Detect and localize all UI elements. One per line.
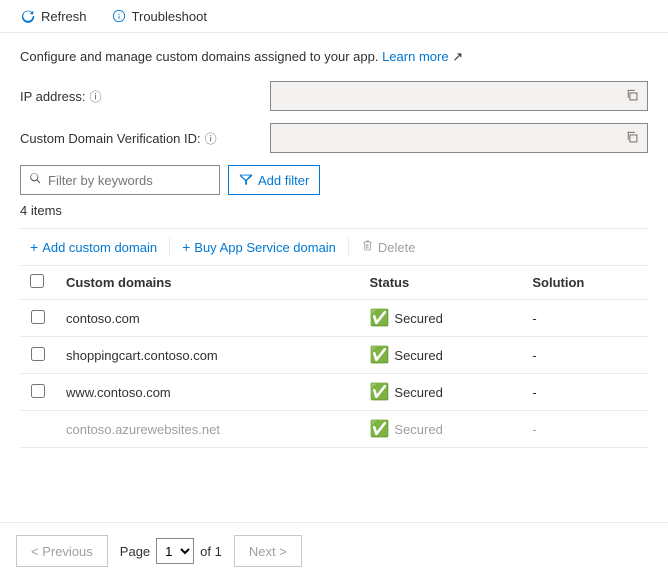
status-cell: ✅ Secured: [359, 411, 522, 448]
row-checkbox-cell: [20, 337, 56, 374]
status-text: Secured: [394, 348, 442, 363]
row-checkbox-cell: [20, 300, 56, 337]
row-checkbox[interactable]: [31, 310, 45, 324]
ip-address-info-icon: ⓘ: [90, 88, 102, 105]
ip-address-label: IP address: ⓘ: [20, 88, 270, 105]
col-header-status: Status: [359, 266, 522, 300]
page-select[interactable]: 1: [156, 538, 194, 564]
delete-button[interactable]: Delete: [351, 235, 426, 259]
table-row: www.contoso.com ✅ Secured -: [20, 374, 648, 411]
verification-id-row: Custom Domain Verification ID: ⓘ: [20, 123, 648, 153]
table-row: shoppingcart.contoso.com ✅ Secured -: [20, 337, 648, 374]
search-icon: [29, 172, 42, 188]
solution-cell: -: [522, 374, 648, 411]
domain-cell: contoso.com: [56, 300, 359, 337]
table-row: contoso.com ✅ Secured -: [20, 300, 648, 337]
ip-address-row: IP address: ⓘ: [20, 81, 648, 111]
refresh-icon: [20, 8, 36, 24]
troubleshoot-button[interactable]: Troubleshoot: [107, 6, 211, 26]
delete-icon: [361, 239, 374, 255]
status-text: Secured: [394, 311, 442, 326]
col-header-solution: Solution: [522, 266, 648, 300]
verification-id-copy-button[interactable]: [620, 125, 646, 151]
domain-cell: www.contoso.com: [56, 374, 359, 411]
info-description: Configure and manage custom domains assi…: [20, 49, 648, 65]
search-input[interactable]: [48, 173, 211, 188]
delete-label: Delete: [378, 240, 416, 255]
page-label: Page 1 of 1: [120, 538, 222, 564]
refresh-label: Refresh: [41, 9, 87, 24]
items-count: 4 items: [20, 203, 648, 218]
secured-icon: ✅: [369, 419, 389, 439]
add-filter-label: Add filter: [258, 173, 309, 188]
action-divider-1: [169, 237, 170, 257]
add-custom-domain-icon: +: [30, 239, 38, 255]
solution-cell: -: [522, 300, 648, 337]
table-header-row: Custom domains Status Solution: [20, 266, 648, 300]
verification-info-icon: ⓘ: [205, 130, 217, 147]
filter-row: Add filter: [20, 165, 648, 195]
ip-address-input[interactable]: [270, 81, 648, 111]
domain-cell: shoppingcart.contoso.com: [56, 337, 359, 374]
row-checkbox[interactable]: [31, 384, 45, 398]
domain-cell: contoso.azurewebsites.net: [56, 411, 359, 448]
row-checkbox-cell: [20, 374, 56, 411]
select-all-checkbox[interactable]: [30, 274, 44, 288]
verification-id-input-wrap: [270, 123, 648, 153]
troubleshoot-icon: [111, 8, 127, 24]
verification-id-input[interactable]: [270, 123, 648, 153]
status-cell: ✅ Secured: [359, 300, 522, 337]
buy-domain-label: Buy App Service domain: [194, 240, 336, 255]
status-cell: ✅ Secured: [359, 337, 522, 374]
row-checkbox[interactable]: [31, 347, 45, 361]
toolbar: Refresh Troubleshoot: [0, 0, 668, 33]
troubleshoot-label: Troubleshoot: [132, 9, 207, 24]
add-custom-domain-label: Add custom domain: [42, 240, 157, 255]
secured-icon: ✅: [369, 308, 389, 328]
refresh-button[interactable]: Refresh: [16, 6, 91, 26]
domain-table: Custom domains Status Solution contoso.c…: [20, 266, 648, 448]
ip-address-copy-button[interactable]: [620, 83, 646, 109]
status-cell: ✅ Secured: [359, 374, 522, 411]
action-bar: + Add custom domain + Buy App Service do…: [20, 228, 648, 266]
next-button[interactable]: Next >: [234, 535, 302, 567]
buy-domain-icon: +: [182, 239, 190, 255]
status-text: Secured: [394, 385, 442, 400]
col-header-domains: Custom domains: [56, 266, 359, 300]
secured-icon: ✅: [369, 345, 389, 365]
add-filter-icon: [239, 172, 253, 189]
solution-cell: -: [522, 411, 648, 448]
col-header-checkbox: [20, 266, 56, 300]
previous-button[interactable]: < Previous: [16, 535, 108, 567]
ip-address-input-wrap: [270, 81, 648, 111]
row-checkbox-cell: [20, 411, 56, 448]
main-content: Configure and manage custom domains assi…: [0, 33, 668, 464]
add-custom-domain-button[interactable]: + Add custom domain: [20, 235, 167, 259]
add-filter-button[interactable]: Add filter: [228, 165, 320, 195]
status-text: Secured: [394, 422, 442, 437]
secured-icon: ✅: [369, 382, 389, 402]
verification-id-label: Custom Domain Verification ID: ⓘ: [20, 130, 270, 147]
pagination: < Previous Page 1 of 1 Next >: [0, 522, 668, 579]
solution-cell: -: [522, 337, 648, 374]
buy-domain-button[interactable]: + Buy App Service domain: [172, 235, 346, 259]
learn-more-link[interactable]: Learn more: [382, 49, 448, 64]
search-box: [20, 165, 220, 195]
action-divider-2: [348, 237, 349, 257]
table-row: contoso.azurewebsites.net ✅ Secured -: [20, 411, 648, 448]
